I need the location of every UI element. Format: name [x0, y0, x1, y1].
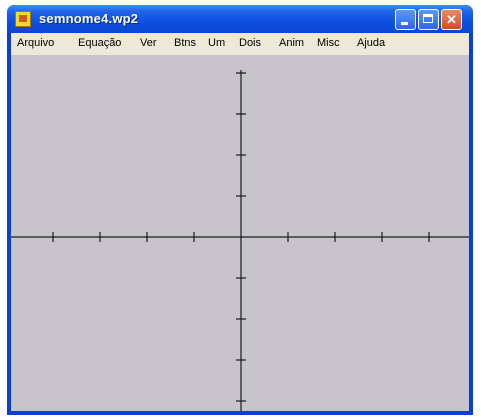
menu-anim[interactable]: Anim	[279, 37, 304, 49]
winplot-app-icon[interactable]	[15, 11, 31, 27]
coordinate-plane	[11, 70, 469, 411]
window-title: semnome4.wp2	[39, 11, 139, 26]
app-window: semnome4.wp2 ✕ Arquivo Equação Ver Btns …	[7, 5, 473, 415]
plot-canvas[interactable]	[11, 55, 469, 411]
maximize-button[interactable]	[418, 9, 439, 30]
minimize-icon	[401, 22, 408, 25]
menu-arquivo[interactable]: Arquivo	[17, 37, 54, 49]
close-icon: ✕	[446, 12, 457, 27]
menu-misc[interactable]: Misc	[317, 37, 340, 49]
title-bar[interactable]: semnome4.wp2 ✕	[7, 5, 473, 33]
menu-dois[interactable]: Dois	[239, 37, 261, 49]
menu-ajuda[interactable]: Ajuda	[357, 37, 385, 49]
menu-bar: Arquivo Equação Ver Btns Um Dois Anim Mi…	[11, 33, 469, 55]
menu-ver[interactable]: Ver	[140, 37, 157, 49]
menu-um[interactable]: Um	[208, 37, 225, 49]
maximize-icon	[423, 14, 433, 23]
minimize-button[interactable]	[395, 9, 416, 30]
close-button[interactable]: ✕	[441, 9, 462, 30]
menu-btns[interactable]: Btns	[174, 37, 196, 49]
menu-equacao[interactable]: Equação	[78, 37, 121, 49]
